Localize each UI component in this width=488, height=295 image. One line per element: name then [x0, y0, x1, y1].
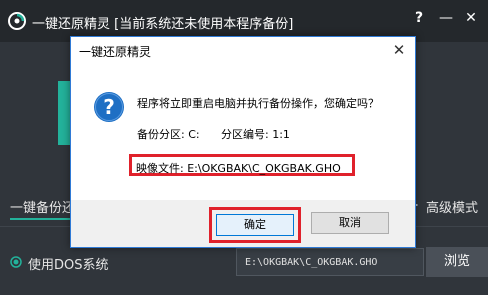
close-button[interactable]: ✕ [460, 10, 482, 26]
dialog-title: 一键还原精灵 [79, 45, 152, 59]
radio-checked-icon[interactable] [10, 256, 22, 268]
tab-one-key-backup[interactable]: 一键备份还 [10, 197, 75, 216]
backup-partition: 备份分区: C: [137, 128, 200, 141]
ok-button-highlight: 确定 [209, 207, 301, 243]
dos-option-label[interactable]: 使用DOS系统 [28, 254, 109, 273]
app-logo-icon [8, 12, 26, 30]
app-title: 一键还原精灵 [当前系统还未使用本程序备份] [32, 17, 294, 32]
ok-button[interactable]: 确定 [216, 214, 294, 236]
svg-text:?: ? [103, 95, 115, 119]
advanced-mode-link[interactable]: 高级模式 [426, 197, 478, 216]
dialog-close-button[interactable]: ✕ [391, 41, 407, 59]
browse-button[interactable]: 浏览 [426, 247, 488, 277]
dialog-footer: 确定 取消 [71, 200, 415, 247]
partition-number: 分区编号: 1:1 [221, 128, 290, 141]
tab-active-indicator [10, 218, 70, 220]
image-path-input[interactable] [236, 248, 424, 276]
dialog-titlebar: 一键还原精灵 ✕ [71, 37, 415, 65]
minimize-button[interactable]: — [435, 10, 457, 26]
image-file-text: 映像文件: E:\OKGBAK\C_OKGBAK.GHO [136, 162, 341, 175]
image-file-highlight: 映像文件: E:\OKGBAK\C_OKGBAK.GHO [129, 154, 355, 176]
help-button[interactable]: ? [408, 10, 430, 26]
dialog-message: 程序将立即重启电脑并执行备份操作，您确定吗？ [137, 97, 379, 110]
question-icon: ? [94, 92, 124, 122]
cancel-button[interactable]: 取消 [311, 212, 389, 234]
confirm-dialog: 一键还原精灵 ✕ ? 程序将立即重启电脑并执行备份操作，您确定吗？ 备份分区: … [70, 36, 416, 248]
